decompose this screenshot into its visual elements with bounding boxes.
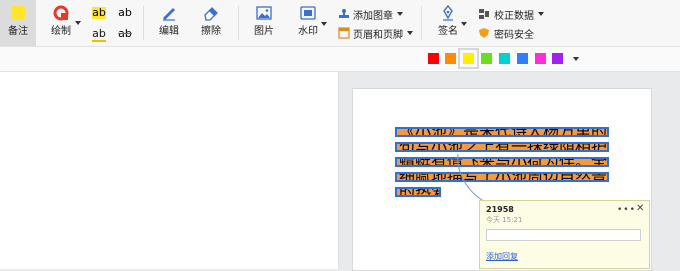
comment-popup: 21958 今天 15:21 ••• ✕ 添加回复 [479,200,650,269]
sign-button[interactable]: 签名 [432,0,464,46]
image-icon [256,6,272,20]
watermark-dropdown-icon[interactable] [321,22,327,26]
strikethrough-text-icon[interactable]: ab [118,28,132,40]
header-footer-icon [338,27,350,39]
toolbar: 备注 绘制 ab ab ab ab 编辑 擦除 图片 水印 添加图章 页眉和页脚 [0,0,680,47]
color-swatch-orange[interactable] [445,53,456,64]
shield-icon [479,28,489,38]
color-palette [0,47,680,72]
proof-data-icon [479,9,489,19]
more-options-icon[interactable]: ••• [617,205,636,215]
highlighted-text-line[interactable]: 蜻蜓有情飞来与小荷为伴。全诗运用丰富新颖的想象以及拟人手法， [395,157,609,167]
header-footer-button[interactable]: 页眉和页脚 [338,24,413,42]
draw-dropdown-icon[interactable] [75,21,81,25]
note-button[interactable]: 备注 [0,0,36,46]
highlighted-text-line[interactable]: 句写小池之上有一抹绿荫相护，三句写小荷出水与小蜻相伴，结句写 [395,142,609,152]
watermark-icon [300,6,316,20]
color-swatch-blue[interactable] [517,53,528,64]
edit-icon [163,8,175,21]
separator [143,6,144,40]
highlighted-text-line[interactable]: 《小池》是宋代诗人杨万里的诗作。此诗首句写小池有活水相通，次 [395,127,609,137]
color-swatch-purple[interactable] [552,53,563,64]
sign-dropdown-icon[interactable] [461,22,467,26]
plain-text-icon[interactable]: ab [118,7,132,19]
proof-data-dropdown-icon [538,12,544,16]
comment-author: 21958 [486,205,514,214]
image-button[interactable]: 图片 [248,0,280,46]
header-footer-dropdown-icon [407,31,413,35]
comment-time: 今天 15:21 [486,216,523,224]
stamp-icon [339,9,349,18]
color-swatch-red[interactable] [428,53,439,64]
add-reply-link[interactable]: 添加回复 [486,251,518,262]
proof-data-button[interactable]: 校正数据 [478,5,544,23]
highlighted-text-line[interactable]: 细腻地描写了小池周边自然景物的特征和变化，表现了诗人对大自然 [395,172,609,182]
color-swatch-pink[interactable] [535,53,546,64]
sign-pen-icon [443,4,453,21]
add-stamp-button[interactable]: 添加图章 [338,5,403,23]
highlighted-text-line[interactable]: 的热爱之情。 [395,187,441,197]
color-swatch-green[interactable] [481,53,492,64]
erase-button[interactable]: 擦除 [194,0,228,46]
color-more-dropdown-icon[interactable] [573,57,579,61]
comment-input[interactable] [486,229,641,241]
close-icon[interactable]: ✕ [636,203,644,214]
highlight-text-icon[interactable]: ab [92,7,106,19]
password-security-button[interactable]: 密码安全 [478,24,534,42]
add-stamp-dropdown-icon [397,12,403,16]
note-icon [11,6,25,20]
draw-button[interactable]: 绘制 [44,0,78,46]
previous-page [0,72,339,269]
underline-text-icon[interactable]: ab [92,28,106,42]
color-swatch-yellow[interactable] [458,48,479,69]
color-swatch-cyan[interactable] [499,53,510,64]
draw-icon [53,5,69,21]
edit-button[interactable]: 编辑 [152,0,186,46]
watermark-button[interactable]: 水印 [292,0,324,46]
separator [238,6,239,40]
separator [421,6,422,40]
eraser-icon [204,7,218,21]
